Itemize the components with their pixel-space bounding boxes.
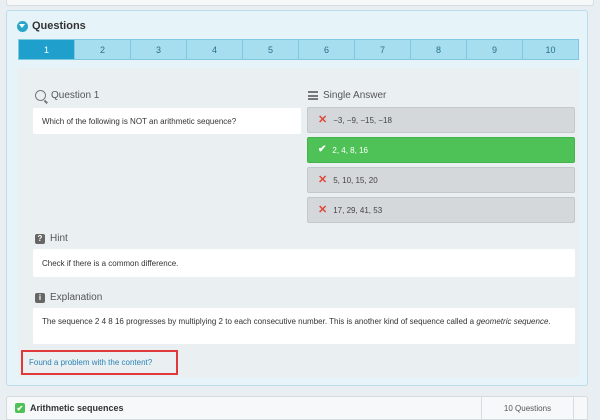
question-text: Which of the following is NOT an arithme… <box>33 108 301 134</box>
explanation-emphasis: geometric sequence <box>476 317 549 326</box>
explanation-heading: i Explanation <box>35 292 102 303</box>
x-icon: ✕ <box>318 173 328 186</box>
chevron-down-circle-icon[interactable] <box>17 20 28 32</box>
next-section-bar[interactable]: ✔ Arithmetic sequences 10 Questions <box>6 396 588 420</box>
tab-question-1[interactable]: 1 <box>19 40 75 59</box>
question-count: 10 Questions <box>481 397 573 419</box>
panel-header[interactable]: Questions <box>17 19 86 33</box>
info-icon: i <box>35 292 45 303</box>
hint-heading: ? Hint <box>35 233 68 244</box>
previous-panel-edge <box>0 0 600 8</box>
tab-question-9[interactable]: 9 <box>467 40 523 59</box>
section-title: ✔ Arithmetic sequences <box>15 403 124 413</box>
check-icon: ✔ <box>15 403 25 413</box>
report-problem-link[interactable]: Found a problem with the content? <box>21 350 178 375</box>
tab-question-7[interactable]: 7 <box>355 40 411 59</box>
bar-end-cell <box>573 397 587 419</box>
questions-panel: Questions 1 2 3 4 5 6 7 8 9 10 Question … <box>6 10 588 386</box>
explanation-text: The sequence 2 4 8 16 progresses by mult… <box>33 308 575 344</box>
tab-question-10[interactable]: 10 <box>523 40 578 59</box>
question-tabs: 1 2 3 4 5 6 7 8 9 10 <box>18 39 579 60</box>
panel-title: Questions <box>32 20 86 32</box>
check-icon: ✔ <box>318 144 327 155</box>
answer-option-3[interactable]: ✕ 5, 10, 15, 20 <box>307 167 575 193</box>
x-icon: ✕ <box>318 203 328 216</box>
tab-question-3[interactable]: 3 <box>131 40 187 59</box>
question-heading: Question 1 <box>35 90 99 101</box>
tab-question-8[interactable]: 8 <box>411 40 467 59</box>
question-mark-icon: ? <box>35 233 45 244</box>
answer-option-4[interactable]: ✕ 17, 29, 41, 53 <box>307 197 575 223</box>
list-icon <box>308 91 318 100</box>
tab-question-2[interactable]: 2 <box>75 40 131 59</box>
question-content: Question 1 Which of the following is NOT… <box>18 68 579 378</box>
tab-question-4[interactable]: 4 <box>187 40 243 59</box>
hint-text: Check if there is a common difference. <box>33 249 575 277</box>
answers-heading: Single Answer <box>308 90 386 101</box>
tab-question-5[interactable]: 5 <box>243 40 299 59</box>
x-icon: ✕ <box>318 113 328 126</box>
answer-option-1[interactable]: ✕ −3, −9, −15, −18 <box>307 107 575 133</box>
search-icon <box>35 90 46 101</box>
tab-question-6[interactable]: 6 <box>299 40 355 59</box>
answer-option-2[interactable]: ✔ 2, 4, 8, 16 <box>307 137 575 163</box>
